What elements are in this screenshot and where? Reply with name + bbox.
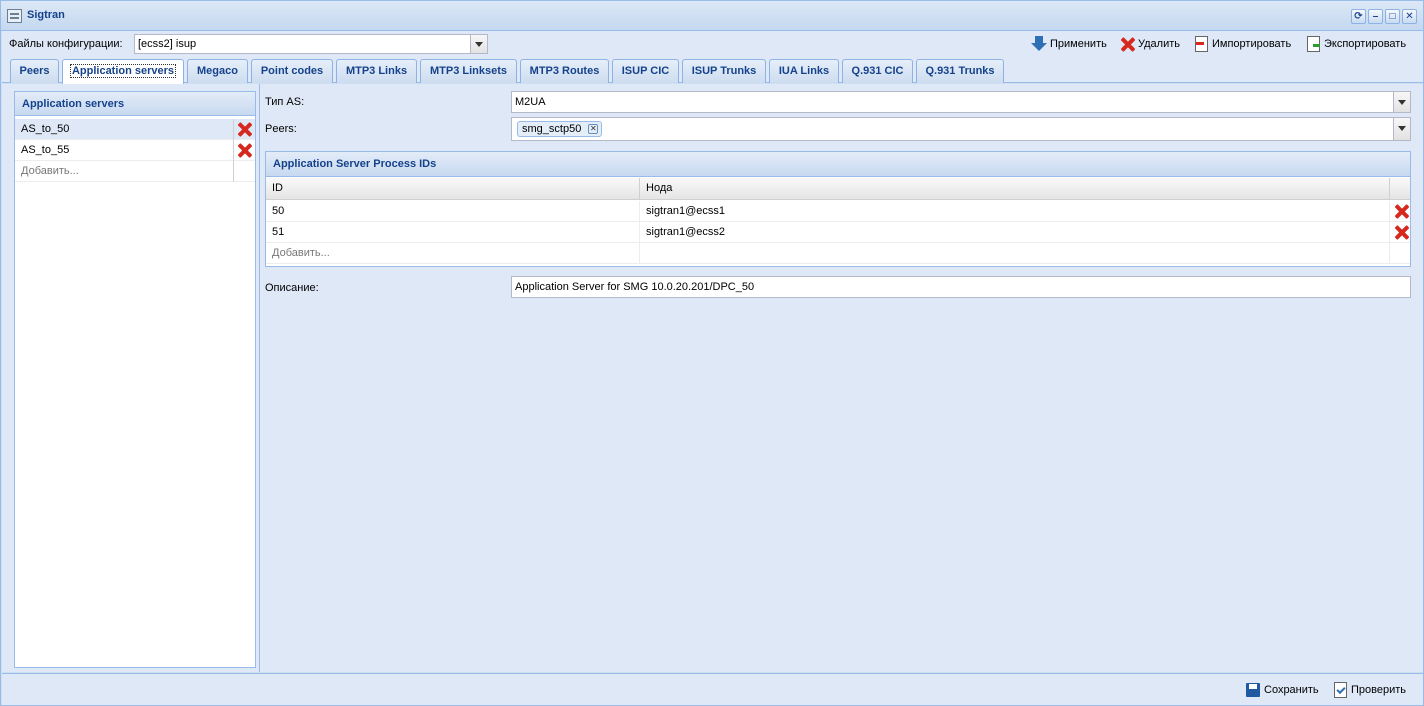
asp-grid-header: ID Нода — [266, 178, 1410, 200]
export-button-label: Экспортировать — [1324, 38, 1407, 50]
tab-q931-trunks[interactable]: Q.931 Trunks — [916, 59, 1004, 83]
tab-bar: Peers Application servers Megaco Point c… — [2, 57, 1423, 84]
peer-tag[interactable]: smg_sctp50 ✕ — [517, 121, 603, 137]
delete-row-icon[interactable] — [1393, 224, 1410, 241]
save-button[interactable]: Сохранить — [1245, 680, 1319, 700]
table-row[interactable]: 51 sigtran1@ecss2 — [266, 222, 1410, 243]
save-icon — [1245, 682, 1261, 698]
check-button[interactable]: Проверить — [1332, 680, 1406, 700]
empty-cell — [640, 243, 1390, 264]
tab-mtp3-linksets[interactable]: MTP3 Linksets — [420, 59, 517, 83]
cell-separator — [233, 161, 234, 182]
tab-application-servers[interactable]: Application servers — [62, 59, 184, 84]
chevron-down-icon[interactable] — [1393, 92, 1410, 112]
application-servers-panel-title: Application servers — [15, 92, 255, 116]
import-button[interactable]: Импортировать — [1193, 34, 1291, 54]
tab-peers[interactable]: Peers — [10, 59, 59, 83]
table-row[interactable]: 50 sigtran1@ecss1 — [266, 201, 1410, 222]
cell-separator — [233, 119, 234, 140]
description-label: Описание: — [265, 282, 319, 294]
tab-point-codes[interactable]: Point codes — [251, 59, 333, 83]
delete-icon — [1119, 36, 1135, 52]
maximize-icon[interactable]: □ — [1385, 9, 1400, 24]
check-button-label: Проверить — [1351, 684, 1407, 696]
chevron-down-icon[interactable] — [1393, 118, 1410, 140]
column-header-node[interactable]: Нода — [640, 178, 1390, 200]
cell-node[interactable]: sigtran1@ecss2 — [640, 222, 1390, 243]
peer-tag-label: smg_sctp50 — [522, 123, 582, 135]
save-button-label: Сохранить — [1264, 684, 1319, 696]
application-servers-list: AS_to_50 AS_to_55 Добавить... — [15, 119, 255, 182]
list-item-label: AS_to_50 — [21, 123, 70, 135]
delete-row-icon[interactable] — [236, 121, 253, 138]
delete-button[interactable]: Удалить — [1119, 34, 1180, 54]
close-icon[interactable]: ✕ — [1402, 9, 1417, 24]
sigtran-window: Sigtran ⟳ – □ ✕ Файлы конфигурации: [ecs… — [0, 0, 1424, 706]
app-window-icon — [7, 9, 22, 23]
remove-tag-icon[interactable]: ✕ — [588, 124, 599, 134]
cell-id[interactable]: 50 — [266, 201, 640, 222]
content-area: Application servers AS_to_50 AS_to_55 До… — [2, 84, 1423, 672]
chevron-down-icon[interactable] — [470, 35, 487, 53]
config-files-label: Файлы конфигурации: — [9, 38, 123, 50]
asp-ids-panel: Application Server Process IDs ID Нода 5… — [265, 151, 1411, 267]
export-icon — [1305, 36, 1321, 52]
description-value: Application Server for SMG 10.0.20.201/D… — [515, 281, 755, 293]
peers-label: Peers: — [265, 123, 297, 135]
main-toolbar: Файлы конфигурации: [ecss2] isup Примени… — [2, 31, 1423, 57]
as-type-select[interactable]: M2UA — [511, 91, 1411, 113]
add-row-label: Добавить... — [266, 243, 640, 264]
add-row-label: Добавить... — [21, 165, 79, 177]
list-item[interactable]: AS_to_55 — [15, 140, 255, 161]
config-file-select[interactable]: [ecss2] isup — [134, 34, 488, 54]
list-item-label: AS_to_55 — [21, 144, 70, 156]
apply-button[interactable]: Применить — [1031, 34, 1107, 54]
as-type-value: M2UA — [515, 96, 546, 108]
peers-tag-field[interactable]: smg_sctp50 ✕ — [511, 117, 1411, 141]
cell-node[interactable]: sigtran1@ecss1 — [640, 201, 1390, 222]
title-bar[interactable]: Sigtran ⟳ – □ ✕ — [1, 1, 1423, 31]
import-button-label: Импортировать — [1212, 38, 1292, 50]
bottom-toolbar: Сохранить Проверить — [2, 673, 1423, 705]
tab-mtp3-links[interactable]: MTP3 Links — [336, 59, 417, 83]
minimize-icon[interactable]: – — [1368, 9, 1383, 24]
cell-separator — [233, 140, 234, 161]
config-file-value: [ecss2] isup — [138, 38, 197, 50]
application-server-form: Тип AS: M2UA Peers: smg_sctp50 ✕ Applica… — [259, 84, 1423, 672]
add-asp-row[interactable]: Добавить... — [266, 243, 1410, 264]
import-icon — [1193, 36, 1209, 52]
apply-arrow-icon — [1031, 36, 1047, 52]
tab-mtp3-routes[interactable]: MTP3 Routes — [520, 59, 609, 83]
asp-ids-panel-title: Application Server Process IDs — [266, 152, 1410, 177]
tab-megaco[interactable]: Megaco — [187, 59, 248, 83]
tab-iua-links[interactable]: IUA Links — [769, 59, 839, 83]
check-icon — [1332, 682, 1348, 698]
tab-isup-trunks[interactable]: ISUP Trunks — [682, 59, 766, 83]
export-button[interactable]: Экспортировать — [1305, 34, 1406, 54]
cell-id[interactable]: 51 — [266, 222, 640, 243]
tab-q931-cic[interactable]: Q.931 CIC — [842, 59, 913, 83]
delete-row-icon[interactable] — [236, 142, 253, 159]
window-title: Sigtran — [27, 9, 65, 21]
column-header-id[interactable]: ID — [266, 178, 640, 200]
apply-button-label: Применить — [1050, 38, 1107, 50]
description-input[interactable]: Application Server for SMG 10.0.20.201/D… — [511, 276, 1411, 298]
delete-button-label: Удалить — [1138, 38, 1180, 50]
refresh-icon[interactable]: ⟳ — [1351, 9, 1366, 24]
as-type-label: Тип AS: — [265, 96, 305, 108]
application-servers-panel: Application servers AS_to_50 AS_to_55 До… — [14, 91, 256, 668]
add-application-server-row[interactable]: Добавить... — [15, 161, 255, 182]
delete-row-icon[interactable] — [1393, 203, 1410, 220]
list-item[interactable]: AS_to_50 — [15, 119, 255, 140]
tab-isup-cic[interactable]: ISUP CIC — [612, 59, 679, 83]
